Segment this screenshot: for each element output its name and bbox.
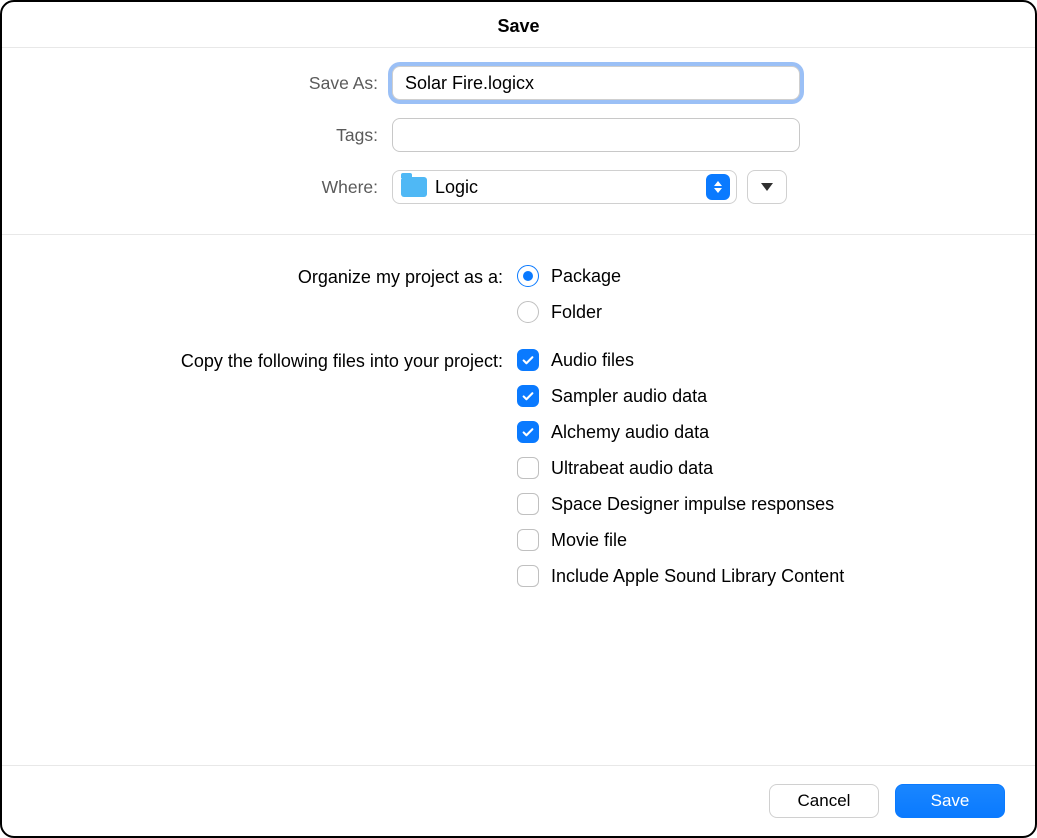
folder-icon	[401, 177, 427, 197]
radio-label: Package	[551, 266, 621, 287]
organize-options: Package Folder	[517, 265, 621, 323]
checkbox-label: Sampler audio data	[551, 386, 707, 407]
copy-checkbox-4[interactable]: Space Designer impulse responses	[517, 493, 844, 515]
checkbox-label: Ultrabeat audio data	[551, 458, 713, 479]
organize-block: Organize my project as a: Package Folder	[42, 265, 995, 323]
tags-label: Tags:	[42, 125, 392, 146]
where-row: Where: Logic	[2, 170, 1035, 204]
organize-label: Organize my project as a:	[42, 265, 517, 288]
copy-checkbox-6[interactable]: Include Apple Sound Library Content	[517, 565, 844, 587]
tags-input[interactable]	[392, 118, 800, 152]
checkbox-icon	[517, 565, 539, 587]
radio-icon	[517, 301, 539, 323]
checkbox-label: Space Designer impulse responses	[551, 494, 834, 515]
where-label: Where:	[42, 177, 392, 198]
copy-checkbox-1[interactable]: Sampler audio data	[517, 385, 844, 407]
copy-checkbox-0[interactable]: Audio files	[517, 349, 844, 371]
radio-label: Folder	[551, 302, 602, 323]
copy-block: Copy the following files into your proje…	[42, 349, 995, 587]
checkbox-icon	[517, 529, 539, 551]
checkbox-label: Alchemy audio data	[551, 422, 709, 443]
copy-checkbox-5[interactable]: Movie file	[517, 529, 844, 551]
expand-save-panel-button[interactable]	[747, 170, 787, 204]
save-as-label: Save As:	[42, 73, 392, 94]
where-controls: Logic	[392, 170, 787, 204]
chevron-down-icon	[761, 183, 773, 191]
updown-arrows-icon	[706, 174, 730, 200]
dialog-footer: Cancel Save	[2, 765, 1035, 836]
organize-radio-folder[interactable]: Folder	[517, 301, 621, 323]
checkbox-label: Audio files	[551, 350, 634, 371]
cancel-button[interactable]: Cancel	[769, 784, 879, 818]
organize-radio-package[interactable]: Package	[517, 265, 621, 287]
copy-checkbox-3[interactable]: Ultrabeat audio data	[517, 457, 844, 479]
checkbox-icon	[517, 457, 539, 479]
save-as-row: Save As:	[2, 66, 1035, 100]
radio-icon	[517, 265, 539, 287]
checkbox-icon	[517, 385, 539, 407]
checkbox-label: Include Apple Sound Library Content	[551, 566, 844, 587]
save-as-input[interactable]	[392, 66, 800, 100]
checkbox-icon	[517, 493, 539, 515]
checkbox-icon	[517, 349, 539, 371]
save-dialog: Save Save As: Tags: Where: Logic	[0, 0, 1037, 838]
dialog-title: Save	[2, 2, 1035, 48]
copy-files-label: Copy the following files into your proje…	[42, 349, 517, 372]
checkbox-icon	[517, 421, 539, 443]
checkbox-label: Movie file	[551, 530, 627, 551]
tags-row: Tags:	[2, 118, 1035, 152]
file-fields-section: Save As: Tags: Where: Logic	[2, 48, 1035, 235]
where-value: Logic	[435, 177, 706, 198]
where-popup[interactable]: Logic	[392, 170, 737, 204]
options-section: Organize my project as a: PackageFolder …	[2, 235, 1035, 765]
copy-checkbox-2[interactable]: Alchemy audio data	[517, 421, 844, 443]
save-button[interactable]: Save	[895, 784, 1005, 818]
copy-options: Audio files Sampler audio data Alchemy aud…	[517, 349, 844, 587]
